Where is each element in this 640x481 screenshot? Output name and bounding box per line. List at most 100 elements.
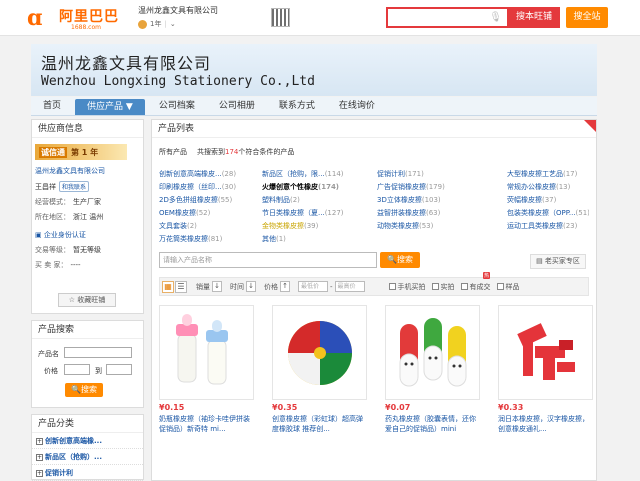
sort-bar: ▦ ☰ 销量 ↓ 时间 ↓ 价格 ↑ 最低价 - 最高价 手机买拍 实拍 有成交 样品… (159, 272, 589, 296)
category-link[interactable]: 创新创意高端橡皮...(28) (159, 170, 262, 179)
old-buyer-button[interactable]: ▤ 老买家专区 (530, 254, 586, 269)
product-image-baby-bottle-eraser[interactable] (159, 305, 254, 400)
search-icon: 🔍 (387, 255, 397, 264)
shop-name[interactable]: 温州龙鑫文具有限公司 (138, 5, 218, 16)
sort-arrow-icon[interactable]: ↓ (212, 281, 222, 292)
chevron-down-icon[interactable]: ⌄ (170, 20, 176, 28)
product-card[interactable]: ¥0.15 奶瓶橡皮擦（袖珍卡哇伊拼装促销品）新奇特 mi... (159, 305, 254, 434)
trade-level-row: 交易等级： 暂无等级 (35, 246, 101, 254)
product-name-label: 产品名 (38, 350, 59, 358)
category-item[interactable]: + 创新创意高端橡... (32, 433, 143, 449)
max-price-input[interactable]: 最高价 (334, 281, 365, 292)
category-link[interactable]: 益智拼装橡皮擦(63) (377, 209, 507, 218)
contact-name[interactable]: 王昌祥 (35, 182, 56, 192)
product-image-pill-eraser[interactable] (385, 305, 480, 400)
category-link[interactable]: 3D立体橡皮擦(103) (377, 196, 507, 205)
category-title: 产品分类 (32, 415, 143, 433)
enterprise-cert-link[interactable]: ▣ 企业身份认证 (35, 230, 143, 240)
category-link[interactable]: 广告促销橡皮擦(179) (377, 183, 507, 192)
grid-view-icon[interactable]: ▦ (162, 280, 174, 293)
category-link[interactable]: 大型橡皮擦工艺品(17) (507, 170, 589, 179)
top-bar: ɑ 阿里巴巴 1688.com 温州龙鑫文具有限公司 1年 | ⌄ 🎙 搜本旺铺… (0, 0, 640, 36)
nav-products[interactable]: 供应产品 ▼ (75, 99, 145, 115)
qr-code-icon[interactable] (271, 8, 290, 27)
product-image-character-eraser[interactable] (498, 305, 593, 400)
sort-price[interactable]: 价格 ↑ (264, 281, 290, 292)
product-card[interactable]: ¥0.35 创意橡皮擦（彩虹球）超高弹度橡胶球 推荐创... (272, 305, 367, 434)
category-link[interactable]: 金物类橡皮擦(39) (262, 222, 377, 231)
alibaba-logo[interactable]: ɑ 阿里巴巴 1688.com (27, 5, 122, 31)
sort-arrow-icon[interactable]: ↓ (246, 281, 256, 292)
category-link[interactable]: 节日类橡皮擦（夏...(127) (262, 209, 377, 218)
category-link[interactable]: 动物类橡皮擦(53) (377, 222, 507, 231)
sort-time[interactable]: 时间 ↓ (230, 281, 256, 292)
product-tabs: 所有产品 共搜索到174个符合条件的产品 (159, 147, 294, 157)
shop-nav: 首页 供应产品 ▼ 公司档案 公司相册 联系方式 在线询价 (31, 97, 597, 116)
contact-me-button[interactable]: 和我联系 (59, 181, 90, 192)
category-link[interactable]: 促销计利(171) (377, 170, 507, 179)
nav-album[interactable]: 公司相册 (207, 97, 267, 116)
category-link[interactable]: 运动工具类橡皮擦(23) (507, 222, 589, 231)
expand-icon[interactable]: + (36, 438, 43, 445)
location-row: 所在地区： 浙江 温州 (35, 213, 104, 221)
category-link[interactable]: OEM橡皮擦(52) (159, 209, 262, 218)
expand-icon[interactable]: + (36, 470, 43, 477)
filter-mobile-checkbox[interactable]: 手机买拍 (388, 282, 426, 292)
product-search-button[interactable]: 🔍搜索 (65, 383, 103, 397)
tab-all-products[interactable]: 所有产品 (159, 147, 187, 157)
company-link[interactable]: 温州龙鑫文具有限公司 (35, 166, 143, 176)
product-card[interactable]: ¥0.07 药丸橡皮擦（胶囊表情，还你爱自己的促销品）mini (385, 305, 480, 434)
product-price: ¥0.15 (159, 403, 185, 412)
keyword-search-button[interactable]: 🔍搜索 (380, 252, 420, 268)
expand-icon[interactable]: + (36, 454, 43, 461)
category-link[interactable]: 新品区（抢购，限...(114) (262, 170, 377, 179)
category-link[interactable]: 塑料制品(2) (262, 196, 377, 205)
shop-search-input[interactable]: 🎙 (386, 7, 509, 28)
product-title-link[interactable]: 奶瓶橡皮擦（袖珍卡哇伊拼装促销品）新奇特 mi... (159, 414, 254, 434)
product-list-title: 产品列表 (152, 120, 596, 138)
sort-arrow-icon[interactable]: ↑ (280, 281, 290, 292)
product-card[interactable]: ¥0.33 润日本橡皮擦，汉字橡皮擦，创意橡皮通礼... (498, 305, 593, 434)
search-site-button[interactable]: 搜全站 (566, 7, 608, 28)
product-category-panel: 产品分类 + 创新创意高端橡... + 新品区（抢购）... + 促销计利 (31, 414, 144, 481)
price-min-input[interactable] (64, 364, 90, 375)
shop-year-label: 1年 (150, 20, 162, 28)
shop-year: 1年 | ⌄ (138, 19, 176, 29)
product-title-link[interactable]: 润日本橡皮擦，汉字橡皮擦，创意橡皮通礼... (498, 414, 593, 434)
medal-icon (138, 19, 147, 29)
product-image-rainbow-ball-eraser[interactable] (272, 305, 367, 400)
nav-inquiry[interactable]: 在线询价 (327, 97, 387, 116)
nav-home[interactable]: 首页 (31, 97, 73, 116)
sort-sales[interactable]: 销量 ↓ (196, 281, 222, 292)
product-name-input[interactable] (64, 347, 132, 358)
favorite-shop-button[interactable]: ☆ 收藏旺铺 (58, 293, 116, 307)
category-link[interactable]: 文具套装(2) (159, 222, 262, 231)
category-link[interactable]: 2D多色拼组橡皮擦(55) (159, 196, 262, 205)
product-price: ¥0.07 (385, 403, 411, 412)
filter-real-checkbox[interactable]: 实拍 (431, 282, 455, 292)
keyword-search-input[interactable]: 请输入产品名称 (159, 252, 377, 268)
search-icon: 🔍 (71, 385, 81, 394)
product-title-link[interactable]: 创意橡皮擦（彩虹球）超高弹度橡胶球 推荐创... (272, 414, 367, 434)
category-link[interactable]: 包装类橡皮擦（OPP...(51) (507, 209, 589, 218)
category-link[interactable]: 万花筒类橡皮擦(81) (159, 235, 262, 244)
filter-deal-checkbox[interactable]: 有成交 (460, 282, 491, 292)
product-list-panel: 产品列表 所有产品 共搜索到174个符合条件的产品 创新创意高端橡皮...(28… (151, 119, 597, 481)
product-title-link[interactable]: 药丸橡皮擦（胶囊表情，还你爱自己的促销品）mini (385, 414, 480, 434)
category-item[interactable]: + 促销计利 (32, 465, 143, 481)
category-link[interactable]: 其他(1) (262, 235, 377, 244)
min-price-input[interactable]: 最低价 (298, 281, 328, 292)
price-max-input[interactable] (106, 364, 132, 375)
cert-icon: ▣ (35, 231, 42, 239)
nav-company-profile[interactable]: 公司档案 (147, 97, 207, 116)
filter-sample-checkbox[interactable]: 样品 (496, 282, 520, 292)
category-link[interactable]: 常规办公橡皮擦(13) (507, 183, 589, 192)
microphone-icon[interactable]: 🎙 (489, 12, 502, 23)
search-shop-button[interactable]: 搜本旺铺 (508, 7, 560, 28)
category-link[interactable]: 火爆创意个性橡皮(174) (262, 183, 377, 192)
category-item[interactable]: + 新品区（抢购）... (32, 449, 143, 465)
nav-contact[interactable]: 联系方式 (267, 97, 327, 116)
category-link[interactable]: 荧幅橡皮擦(37) (507, 196, 589, 205)
list-view-icon[interactable]: ☰ (175, 280, 187, 293)
category-link[interactable]: 印刷橡皮擦（丝印...(30) (159, 183, 262, 192)
